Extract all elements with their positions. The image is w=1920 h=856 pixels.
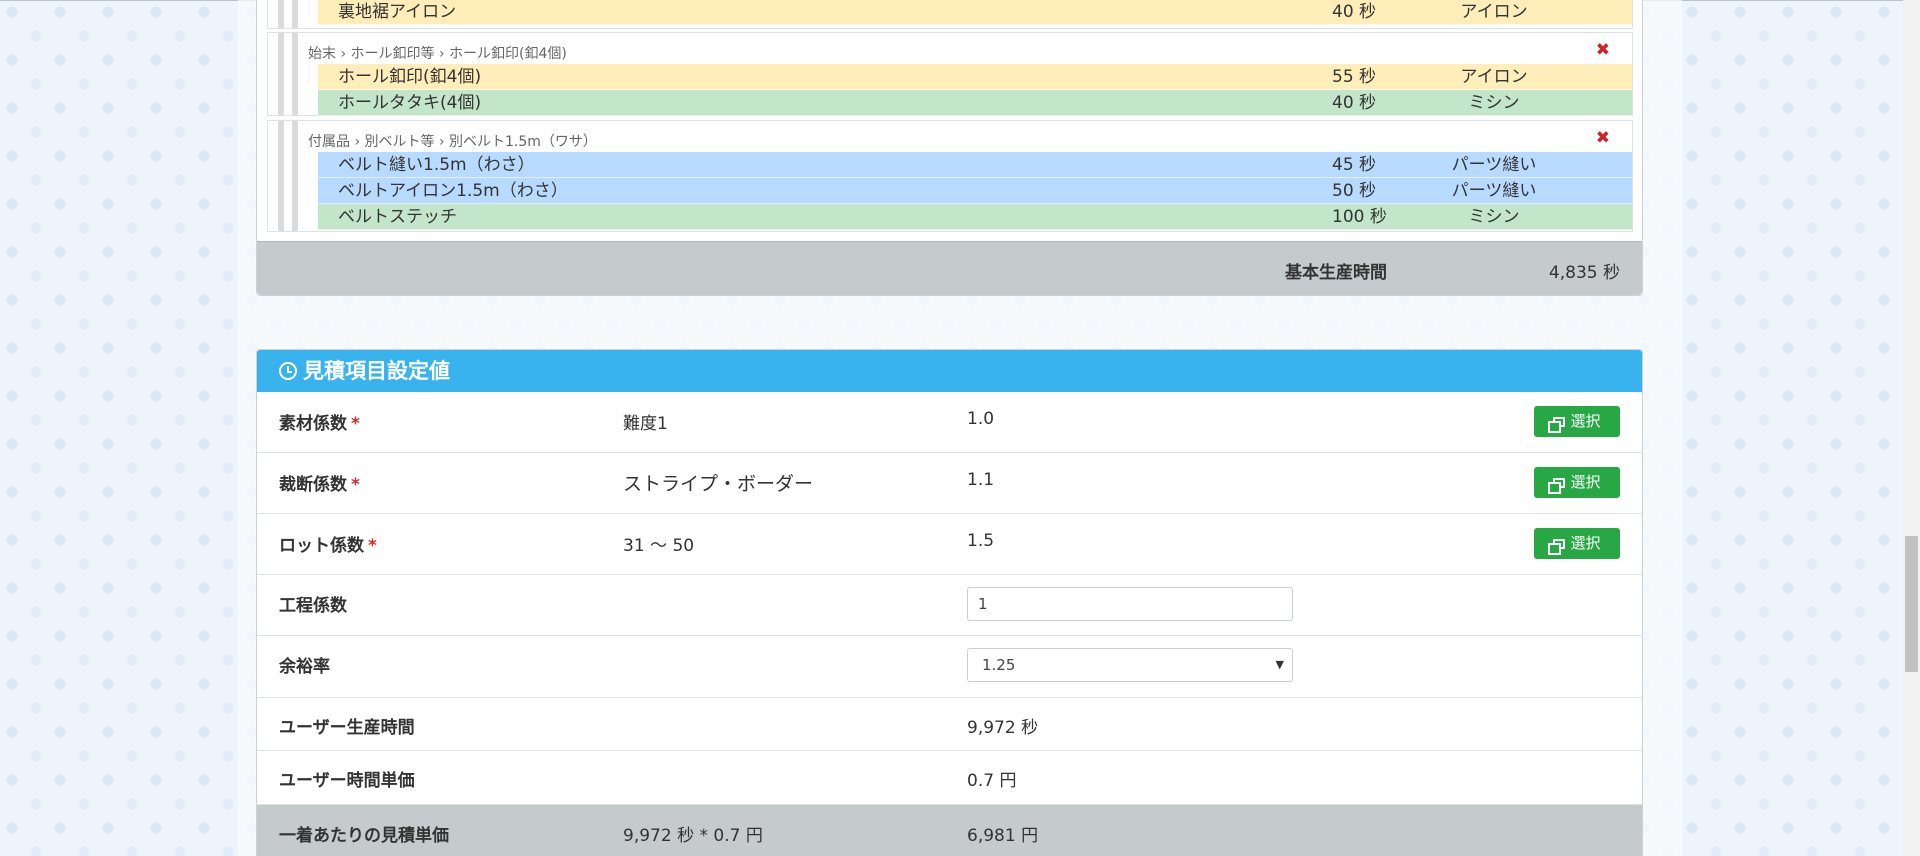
material-coefficient-row: 素材係数 * 難度1 1.0 選択 bbox=[257, 392, 1642, 453]
lot-coefficient-value: 1.5 bbox=[967, 531, 995, 551]
process-row: 裏地裾アイロン 40 秒 アイロン bbox=[318, 0, 1632, 25]
estimate-settings-panel: 見積項目設定値 素材係数 * 難度1 1.0 選択 裁断係数 * ストライプ・ボーダ… bbox=[256, 349, 1643, 856]
settings-title: 見積項目設定値 bbox=[303, 359, 450, 383]
select-button-label: 選択 bbox=[1570, 534, 1601, 552]
lot-coefficient-selected: 31 ～ 50 bbox=[623, 536, 695, 556]
process-time: 100 秒 bbox=[1332, 207, 1387, 227]
process-coefficient-input[interactable] bbox=[967, 587, 1293, 621]
user-rate-label: ユーザー時間単価 bbox=[279, 771, 415, 791]
lot-coefficient-row: ロット係数 * 31 ～ 50 1.5 選択 bbox=[257, 514, 1642, 575]
process-row: ベルトステッチ 100 秒 ミシン bbox=[318, 204, 1632, 230]
process-name: 裏地裾アイロン bbox=[338, 2, 457, 22]
process-group: 裏地裾アイロン 40 秒 アイロン bbox=[267, 0, 1633, 29]
scrollbar-thumb[interactable] bbox=[1905, 536, 1918, 672]
process-time: 55 秒 bbox=[1332, 67, 1377, 87]
material-coefficient-value: 1.0 bbox=[967, 409, 995, 429]
lot-select-button[interactable]: 選択 bbox=[1534, 528, 1620, 559]
margin-rate-select[interactable]: 1.25 ▼ bbox=[967, 648, 1293, 682]
process-row: ベルト縫い1.5m（わさ） 45 秒 パーツ縫い bbox=[318, 152, 1632, 178]
process-type: アイロン bbox=[1460, 2, 1528, 22]
group-breadcrumb: 始末 › ホール釦印等 › ホール釦印(釦4個) bbox=[308, 46, 567, 62]
process-name: ベルトアイロン1.5m（わさ） bbox=[338, 181, 568, 201]
process-row: ベルトアイロン1.5m（わさ） 50 秒 パーツ縫い bbox=[318, 178, 1632, 204]
process-type: アイロン bbox=[1460, 67, 1528, 87]
base-production-footer: 基本生産時間 4,835 秒 bbox=[257, 241, 1642, 295]
window-restore-icon bbox=[1548, 539, 1566, 555]
clock-icon bbox=[279, 362, 297, 380]
select-button-label: 選択 bbox=[1570, 412, 1601, 430]
window-restore-icon bbox=[1548, 417, 1566, 433]
process-type: ミシン bbox=[1468, 207, 1520, 227]
process-time: 40 秒 bbox=[1332, 93, 1377, 113]
unit-price-value: 6,981 円 bbox=[967, 826, 1039, 846]
group-indent-bar bbox=[292, 33, 298, 115]
material-select-button[interactable]: 選択 bbox=[1534, 406, 1620, 437]
cutting-coefficient-label: 裁断係数 bbox=[279, 475, 347, 495]
user-production-label: ユーザー生産時間 bbox=[279, 718, 415, 738]
margin-rate-selected-option: 1.25 bbox=[982, 656, 1016, 674]
process-row: ホールタタキ(4個) 40 秒 ミシン bbox=[318, 90, 1632, 116]
dropdown-caret-icon: ▼ bbox=[1275, 658, 1284, 671]
margin-rate-label: 余裕率 bbox=[279, 657, 330, 677]
process-row: ホール釦印(釦4個) 55 秒 アイロン bbox=[318, 64, 1632, 90]
process-time: 50 秒 bbox=[1332, 181, 1377, 201]
process-group: 付属品 › 別ベルト等 › 別ベルト1.5m（ワサ） ✖ ベルト縫い1.5m（わ… bbox=[267, 120, 1633, 232]
process-name: ホール釦印(釦4個) bbox=[338, 67, 482, 87]
group-breadcrumb: 付属品 › 別ベルト等 › 別ベルト1.5m（ワサ） bbox=[308, 134, 597, 150]
cutting-coefficient-row: 裁断係数 * ストライプ・ボーダー 1.1 選択 bbox=[257, 453, 1642, 514]
delete-group-icon[interactable]: ✖ bbox=[1596, 130, 1610, 147]
unit-price-label: 一着あたりの見積単価 bbox=[279, 826, 449, 846]
material-coefficient-selected: 難度1 bbox=[623, 414, 668, 434]
material-coefficient-label: 素材係数 bbox=[279, 414, 347, 434]
margin-rate-row: 余裕率 1.25 ▼ bbox=[257, 636, 1642, 698]
process-name: ベルトステッチ bbox=[338, 207, 457, 227]
group-indent-bar bbox=[292, 121, 298, 231]
user-rate-row: ユーザー時間単価 0.7 円 bbox=[257, 751, 1642, 805]
base-production-value: 4,835 秒 bbox=[1548, 263, 1620, 283]
process-type: パーツ縫い bbox=[1451, 155, 1537, 175]
group-indent-bar bbox=[278, 0, 284, 28]
user-production-value: 9,972 秒 bbox=[967, 718, 1039, 738]
base-production-label: 基本生産時間 bbox=[1285, 263, 1387, 283]
process-coefficient-label: 工程係数 bbox=[279, 596, 347, 616]
process-group: 始末 › ホール釦印等 › ホール釦印(釦4個) ✖ ホール釦印(釦4個) 55… bbox=[267, 32, 1633, 116]
group-indent-bar bbox=[278, 121, 284, 231]
user-rate-value: 0.7 円 bbox=[967, 771, 1017, 791]
required-mark: * bbox=[351, 475, 360, 495]
process-name: ホールタタキ(4個) bbox=[338, 93, 482, 113]
group-indent-bar bbox=[292, 0, 298, 28]
process-time: 40 秒 bbox=[1332, 2, 1377, 22]
process-type: ミシン bbox=[1468, 93, 1520, 113]
select-button-label: 選択 bbox=[1570, 473, 1601, 491]
user-production-row: ユーザー生産時間 9,972 秒 bbox=[257, 698, 1642, 751]
required-mark: * bbox=[368, 536, 377, 556]
process-name: ベルト縫い1.5m（わさ） bbox=[338, 155, 535, 175]
page-scrollbar[interactable] bbox=[1903, 0, 1920, 856]
process-coefficient-row: 工程係数 bbox=[257, 575, 1642, 636]
required-mark: * bbox=[351, 414, 360, 434]
group-indent-bar bbox=[278, 33, 284, 115]
process-type: パーツ縫い bbox=[1451, 181, 1537, 201]
cutting-select-button[interactable]: 選択 bbox=[1534, 467, 1620, 498]
settings-header: 見積項目設定値 bbox=[257, 350, 1642, 392]
delete-group-icon[interactable]: ✖ bbox=[1596, 42, 1610, 59]
unit-price-formula: 9,972 秒 * 0.7 円 bbox=[623, 826, 763, 846]
unit-price-row: 一着あたりの見積単価 9,972 秒 * 0.7 円 6,981 円 bbox=[257, 805, 1642, 856]
window-restore-icon bbox=[1548, 478, 1566, 494]
process-time: 45 秒 bbox=[1332, 155, 1377, 175]
cutting-coefficient-value: 1.1 bbox=[967, 470, 995, 490]
cutting-coefficient-selected: ストライプ・ボーダー bbox=[623, 473, 814, 495]
lot-coefficient-label: ロット係数 bbox=[279, 536, 364, 556]
process-list-panel: 裏地裾アイロン 40 秒 アイロン 始末 › ホール釦印等 › ホール釦印(釦4… bbox=[256, 0, 1643, 296]
